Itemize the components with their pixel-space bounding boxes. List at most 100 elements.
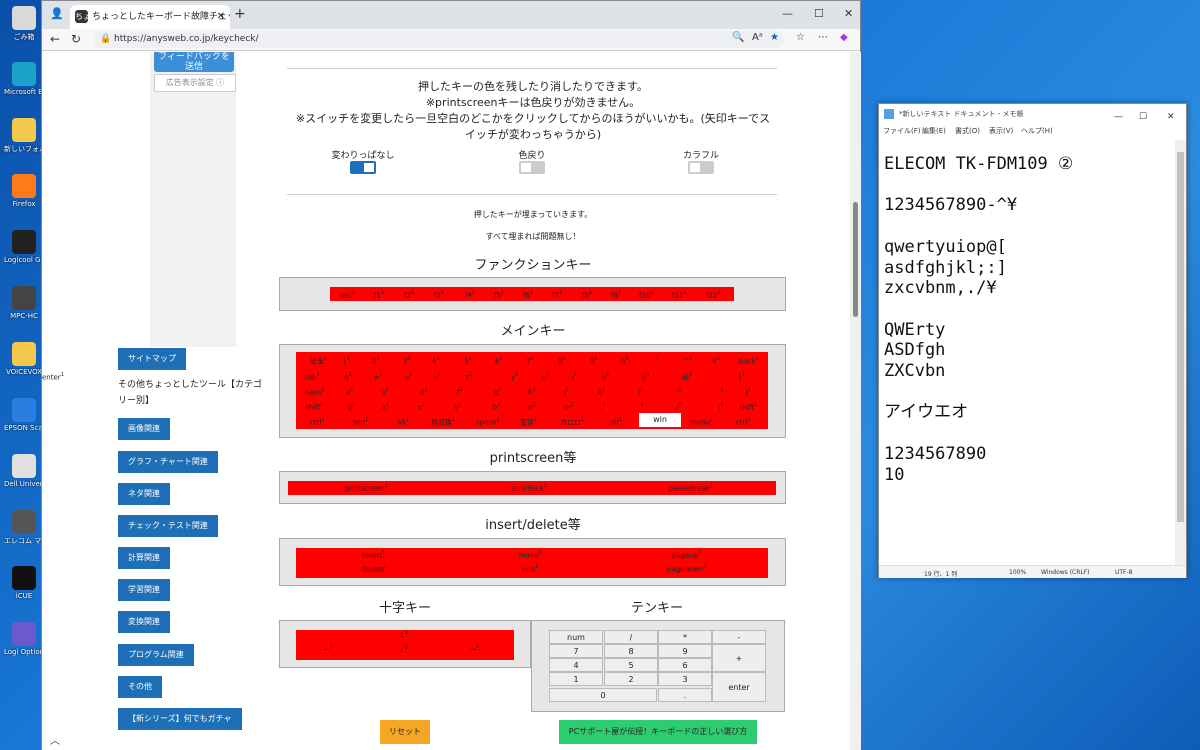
menu-help[interactable]: ヘルプ(H) <box>1021 126 1053 136</box>
intro-line-4: イッチが変わっちゃうから) <box>464 128 602 141</box>
menu-view[interactable]: 表示(V) <box>989 126 1013 136</box>
key-press-count: 1 <box>717 290 721 296</box>
back-icon[interactable]: ← <box>50 32 60 46</box>
scrollbar-thumb[interactable] <box>853 202 858 317</box>
scroll-up-icon[interactable]: ︿ <box>50 732 70 750</box>
key-label: shift1 <box>305 402 323 411</box>
notepad-scrollbar[interactable] <box>1175 140 1186 565</box>
key-press-count: 1 <box>710 417 714 423</box>
key-label: ↓1 <box>399 645 408 654</box>
menu-format[interactable]: 書式(O) <box>955 126 980 136</box>
key-press-count: 1 <box>716 356 720 362</box>
notepad-text-area[interactable]: ELECOM TK-FDM109 ② 1234567890-^¥ qwertyu… <box>884 154 1169 485</box>
sidebar-category-button[interactable]: その他 <box>118 676 162 698</box>
toggle-revert[interactable] <box>519 161 545 174</box>
key-label: pausebreak1 <box>669 483 713 492</box>
toggle-stay[interactable] <box>350 161 376 174</box>
reload-icon[interactable]: ↻ <box>71 32 81 46</box>
toggle-colorful[interactable] <box>688 161 714 174</box>
key-label: 51 <box>464 356 472 365</box>
text-line: qwertyuiop@[ <box>884 236 1007 257</box>
text-line: 1234567890-^¥ <box>884 195 1018 216</box>
sidebar-category-button[interactable]: 【新シリーズ】何でもガチャ <box>118 708 242 730</box>
sidebar-category-button[interactable]: グラフ・チャート関連 <box>118 451 218 473</box>
sidebar-category-button[interactable]: 計算関連 <box>118 547 170 569</box>
key-label: 31 <box>403 356 411 365</box>
desktop-icon[interactable]: Firefox <box>4 174 44 208</box>
desktop-icon[interactable]: Microsoft Edge <box>4 62 44 96</box>
key-press-count: 1 <box>424 387 428 393</box>
key-press-count: 1 <box>384 483 388 489</box>
lock-icon: 🔒 <box>100 34 112 44</box>
numpad-key: 9 <box>658 644 712 658</box>
key-press-count: 1 <box>496 417 500 423</box>
favorites-icon[interactable]: ☆ <box>796 32 805 43</box>
close-tab-icon[interactable]: ✕ <box>217 5 225 29</box>
maximize-icon[interactable]: ☐ <box>814 7 824 20</box>
favorite-star-icon[interactable]: ★ <box>770 32 779 43</box>
key-text: f5 <box>494 291 501 300</box>
more-icon[interactable]: ⋯ <box>818 32 828 43</box>
key-label: f51 <box>494 290 504 299</box>
desktop-icon[interactable]: Dell Universal Receiver Control <box>4 454 44 488</box>
desktop-icon[interactable]: VOICEVOX <box>4 342 44 376</box>
desktop-icon[interactable]: ごみ箱 <box>4 6 44 42</box>
copilot-icon[interactable]: ◆ <box>840 32 848 43</box>
new-tab-icon[interactable]: + <box>234 6 246 22</box>
sitemap-button[interactable]: サイトマップ <box>118 348 186 370</box>
key-press-count: 1 <box>640 402 644 408</box>
sidebar-category-button[interactable]: 画像関連 <box>118 418 170 440</box>
key-press-count: 1 <box>747 387 751 393</box>
desktop-icon[interactable]: EPSON Scan <box>4 398 44 432</box>
sidebar-category-button[interactable]: チェック・テスト関連 <box>118 515 218 537</box>
url-text: https://anysweb.co.jp/keycheck/ <box>114 34 259 44</box>
key-text: f9 <box>611 291 618 300</box>
desktop-icon[interactable]: エレコム マウスアシスタント <box>4 510 44 546</box>
key-press-count: 1 <box>543 483 547 489</box>
sidebar-category-button[interactable]: 変換関連 <box>118 611 170 633</box>
page-scrollbar[interactable] <box>850 52 861 750</box>
key-text: back <box>739 357 756 366</box>
key-press-count: 1 <box>321 387 325 393</box>
desktop-icon[interactable]: 新しいフォルダー <box>4 118 44 154</box>
key-label: 71 <box>526 356 534 365</box>
desktop-icon[interactable]: MPC-HC <box>4 286 44 320</box>
key-press-count: 1 <box>602 387 606 393</box>
read-aloud-icon[interactable]: Aᵃ <box>752 32 763 43</box>
scrollbar-thumb[interactable] <box>1177 152 1184 522</box>
ad-settings-link[interactable]: 広告表示設定 ⓘ <box>154 74 236 92</box>
close-window-icon[interactable]: ✕ <box>844 7 853 20</box>
key-press-count: 1 <box>498 387 502 393</box>
sidebar-category-button[interactable]: プログラム関連 <box>118 644 194 666</box>
key-label: p1 <box>642 372 650 381</box>
minimize-icon[interactable]: — <box>782 7 793 20</box>
key-label: 81 <box>558 356 566 365</box>
sidebar-category-button[interactable]: ネタ関連 <box>118 483 170 505</box>
sidebar-category-button[interactable]: 学習関連 <box>118 579 170 601</box>
tab-keycheck[interactable]: ちょ ちょっとしたキーボード故障チェック・テスト ✕ <box>70 5 230 29</box>
keyboard-guide-button[interactable]: PCサポート屋が伝授！キーボードの正しい選び方 <box>559 720 757 744</box>
desktop-icon[interactable]: Logi Options+ <box>4 622 44 656</box>
key-label: -1 <box>653 356 659 365</box>
menu-file[interactable]: ファイル(F) <box>883 126 921 136</box>
key-label: w1 <box>374 372 383 381</box>
desktop-icon[interactable]: iCUE <box>4 566 44 600</box>
text-line <box>884 382 1169 403</box>
menu-edit[interactable]: 編集(E) <box>922 126 946 136</box>
key-press-count: 1 <box>617 290 622 296</box>
zoom-icon[interactable]: 🔍 <box>732 32 744 43</box>
key-text: pagedown <box>667 565 704 574</box>
reset-button[interactable]: リセット <box>380 720 430 744</box>
key-label: shift1 <box>739 402 757 411</box>
arrow-keys-panel <box>279 620 531 668</box>
desktop-icon[interactable]: Logicool G HUB <box>4 230 44 264</box>
feedback-button[interactable]: フィードバックを送信 <box>154 52 234 72</box>
url-field[interactable]: 🔒 https://anysweb.co.jp/keycheck/ <box>94 31 784 48</box>
key-label: 21 <box>372 356 380 365</box>
profile-icon[interactable]: 👤 <box>50 7 64 20</box>
key-text: end <box>522 565 536 574</box>
key-press-count: 1 <box>386 402 390 408</box>
key-text: shift <box>739 403 755 412</box>
key-press-count: 1 <box>646 372 650 378</box>
status-encoding: UTF-8 <box>1115 569 1133 576</box>
